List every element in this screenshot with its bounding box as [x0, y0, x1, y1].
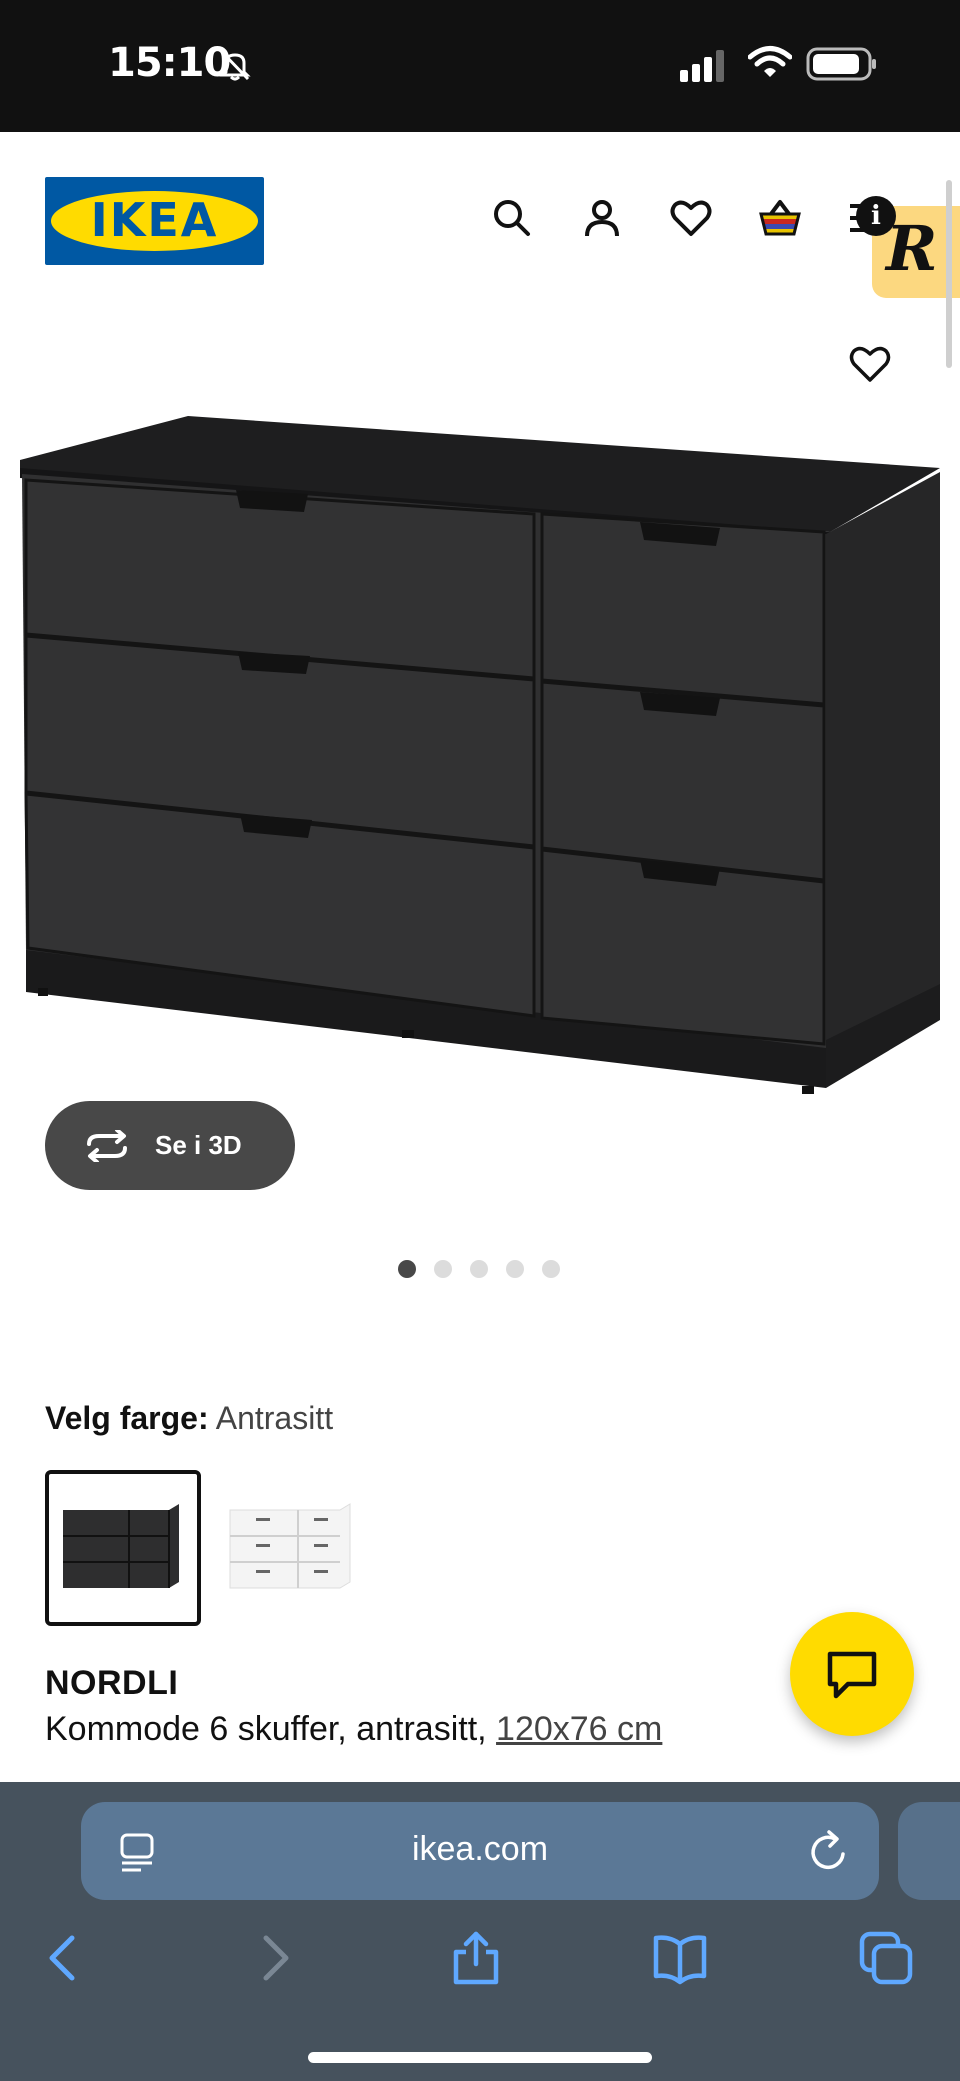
logo-text: IKEA [90, 193, 219, 247]
pagination-dot[interactable] [506, 1260, 524, 1278]
info-badge-icon[interactable]: i [856, 196, 896, 236]
wifi-icon [748, 46, 792, 77]
share-icon[interactable] [448, 1930, 504, 1986]
pagination-dot[interactable] [398, 1260, 416, 1278]
product-description-text: Kommode 6 skuffer, antrasitt, [45, 1710, 487, 1748]
pagination-dot[interactable] [434, 1260, 452, 1278]
swatch-thumbnail [229, 1503, 351, 1589]
search-icon[interactable] [490, 196, 534, 240]
selected-color-value: Antrasitt [215, 1400, 334, 1436]
tabs-icon[interactable] [858, 1930, 914, 1986]
color-label: Velg farge: [45, 1400, 209, 1436]
color-swatch-hvit[interactable] [216, 1470, 372, 1626]
next-tab-preview[interactable] [898, 1802, 960, 1900]
product-image[interactable] [18, 408, 948, 1098]
rotate-3d-icon [87, 1129, 127, 1162]
save-to-favourites-icon[interactable] [848, 344, 892, 384]
drawer-fronts [24, 478, 826, 1046]
account-icon[interactable] [580, 196, 624, 240]
color-swatch-antrasitt[interactable] [45, 1470, 201, 1626]
page-scrollbar[interactable] [946, 180, 952, 368]
product-dimensions-link[interactable]: 120x76 cm [496, 1710, 662, 1748]
ikea-logo[interactable]: IKEA [45, 177, 264, 265]
status-bar: 15:10 [0, 0, 960, 132]
back-icon[interactable] [36, 1930, 92, 1986]
view-in-3d-label: Se i 3D [155, 1130, 242, 1160]
battery-icon [806, 47, 876, 81]
url-text: ikea.com [411, 1830, 549, 1868]
reload-icon[interactable] [809, 1830, 849, 1872]
color-selection-label: Velg farge: Antrasitt [45, 1400, 333, 1437]
silent-bell-icon [219, 50, 251, 81]
chat-icon [827, 1651, 877, 1699]
favourites-icon[interactable] [669, 196, 713, 240]
forward-icon[interactable] [246, 1930, 302, 1986]
address-bar[interactable]: ikea.com [81, 1802, 879, 1900]
basket-icon[interactable] [758, 196, 802, 240]
swatch-thumbnail [63, 1504, 179, 1588]
chat-button[interactable] [790, 1612, 914, 1736]
gallery-pagination [398, 1260, 560, 1278]
home-indicator[interactable] [308, 2052, 652, 2063]
status-time: 15:10 [108, 40, 231, 86]
signal-icon [680, 50, 724, 82]
view-in-3d-button[interactable]: Se i 3D [45, 1101, 295, 1190]
product-description: Kommode 6 skuffer, antrasitt, 120x76 cm [45, 1710, 662, 1749]
bookmarks-icon[interactable] [652, 1930, 708, 1986]
product-name: NORDLI [45, 1664, 179, 1702]
pagination-dot[interactable] [542, 1260, 560, 1278]
pagination-dot[interactable] [470, 1260, 488, 1278]
